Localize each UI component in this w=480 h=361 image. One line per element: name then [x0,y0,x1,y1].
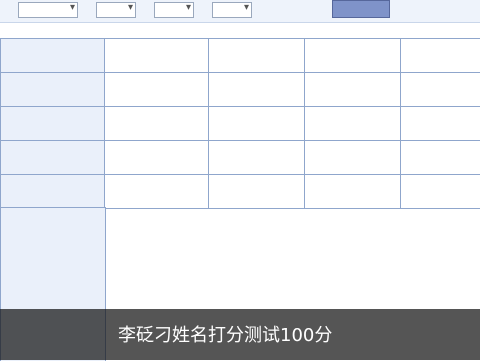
table-cell [401,175,480,209]
table-cell [209,141,305,175]
table-row [1,175,480,209]
table-row [1,73,480,107]
table-row [1,107,480,141]
table-cell [209,39,305,73]
table-row [1,39,480,73]
row-label [1,141,105,175]
table-cell [401,39,480,73]
table-cell [401,73,480,107]
video-caption: 李砭刁姓名打分测试100分 [118,321,332,347]
table-cell [401,141,480,175]
query-button[interactable] [332,0,390,18]
date-selector-bar [0,0,480,23]
table-cell [209,107,305,141]
day-select[interactable] [154,2,194,18]
table-cell [105,39,209,73]
table-row [1,141,480,175]
table-cell [209,175,305,209]
table-cell [305,39,401,73]
table-cell [105,175,209,209]
table-cell [105,107,209,141]
table-cell [305,107,401,141]
row-label [1,175,105,209]
table-cell [401,107,480,141]
row-label [1,39,105,73]
row-label [1,73,105,107]
year-select[interactable] [18,2,78,18]
table-cell [105,141,209,175]
table-cell [105,73,209,107]
bazi-info-table [0,38,480,209]
hour-select[interactable] [212,2,252,18]
row-label [1,107,105,141]
table-cell [209,73,305,107]
table-cell [305,175,401,209]
table-cell [305,73,401,107]
month-select[interactable] [96,2,136,18]
table-cell [305,141,401,175]
